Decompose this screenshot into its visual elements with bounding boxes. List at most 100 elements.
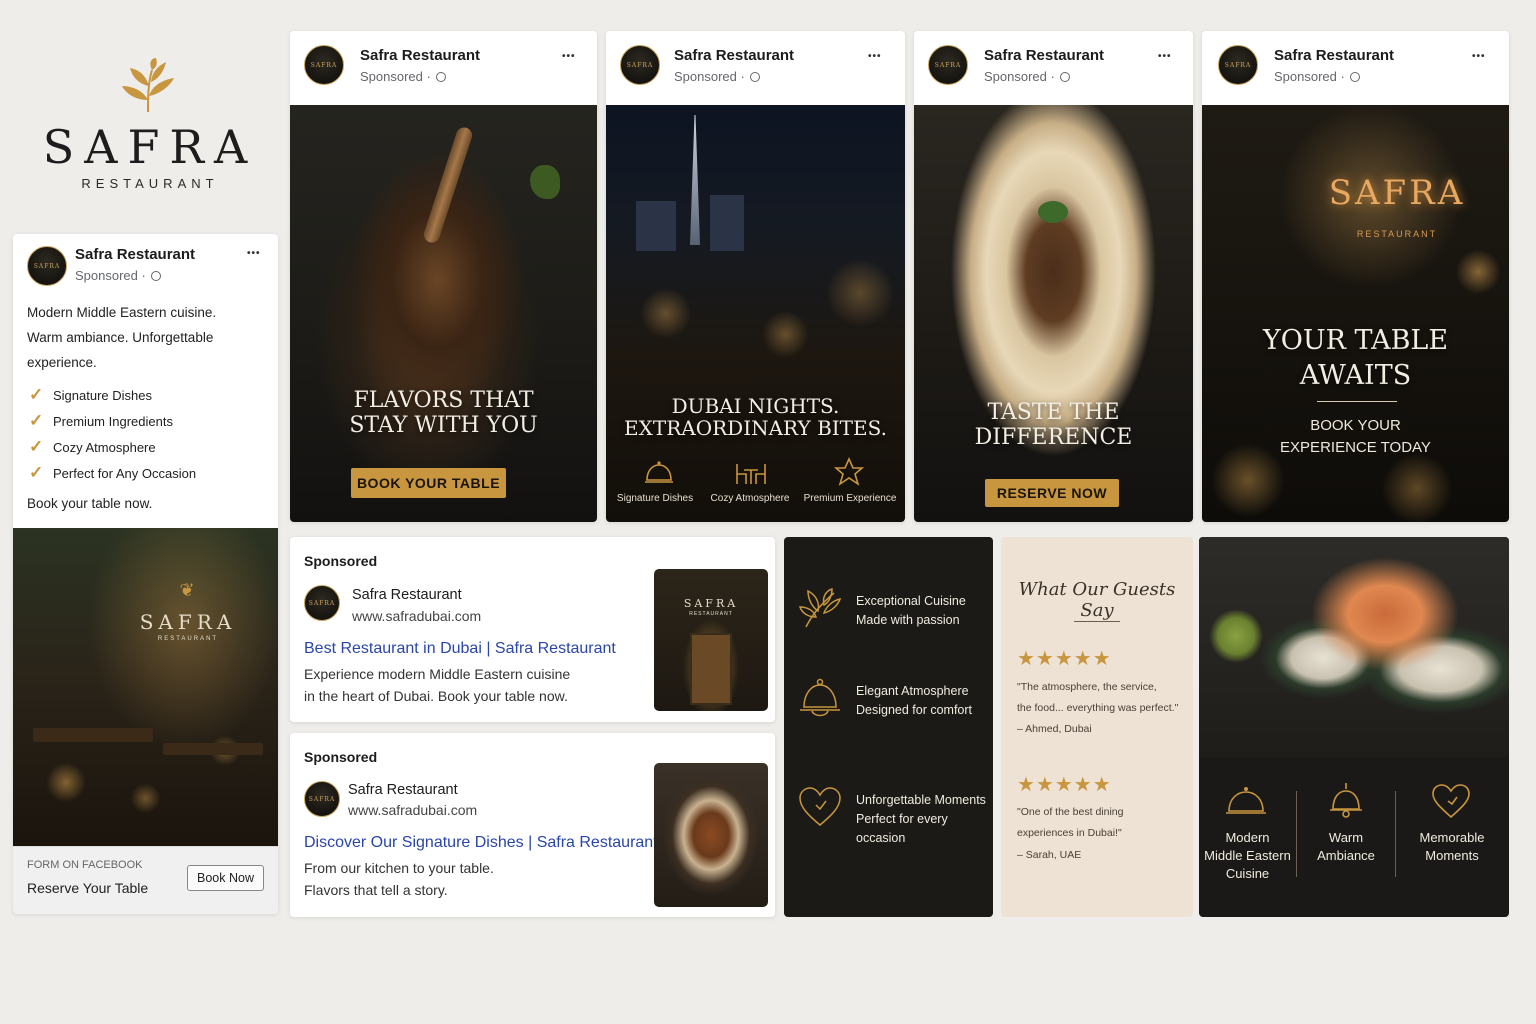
book-your-table-button[interactable]: BOOK YOUR TABLE xyxy=(351,468,506,498)
sushi-panel: Modern Middle Eastern Cuisine Warm Ambia… xyxy=(1199,537,1509,917)
post-author[interactable]: Safra Restaurant xyxy=(1274,47,1394,64)
review-author: – Ahmed, Dubai xyxy=(1017,723,1092,735)
review-quote-line: "The atmosphere, the service, xyxy=(1017,681,1157,693)
ad-description-line: in the heart of Dubai. Book your table n… xyxy=(304,688,568,704)
story-ad-taste: SAFRA Safra Restaurant Sponsored · ••• T… xyxy=(914,31,1193,522)
more-options-icon[interactable]: ••• xyxy=(868,51,882,62)
headline-line: EXTRAORDINARY BITES. xyxy=(624,416,887,441)
ad-advertiser: Safra Restaurant xyxy=(352,587,462,603)
highlight-line: Memorable xyxy=(1419,830,1485,845)
wall-sign-sub: RESTAURANT xyxy=(1356,229,1438,239)
checkmark-icon: ✓ xyxy=(29,463,44,482)
thumb-sign: SAFRA xyxy=(683,597,739,610)
dubai-night-terrace-image[interactable]: DUBAI NIGHTS. EXTRAORDINARY BITES. Signa… xyxy=(606,105,905,522)
headline: DUBAI NIGHTS. EXTRAORDINARY BITES. xyxy=(606,395,905,440)
avatar[interactable]: SAFRA xyxy=(1218,45,1258,85)
check-item: ✓ Perfect for Any Occasion xyxy=(29,463,196,483)
divider xyxy=(1395,791,1396,877)
globe-icon xyxy=(436,72,447,82)
sub-headline-line: EXPERIENCE TODAY xyxy=(1280,439,1431,456)
avatar[interactable]: SAFRA xyxy=(304,45,344,85)
ad-description: Experience modern Middle Eastern cuisine… xyxy=(304,663,570,707)
post-header: SAFRA Safra Restaurant Sponsored · ••• xyxy=(290,31,597,105)
highlight-line: Modern xyxy=(1225,830,1270,845)
rating-stars: ★★★★★ xyxy=(1017,774,1112,796)
restaurant-facade-thumbnail[interactable]: SAFRA RESTAURANT xyxy=(654,569,768,711)
globe-icon xyxy=(1060,72,1071,82)
intro-line: experience. xyxy=(27,355,97,370)
more-options-icon[interactable]: ••• xyxy=(562,51,576,62)
sponsored-label: Sponsored · xyxy=(984,69,1071,84)
reviews-heading: What Our Guests Say xyxy=(1018,579,1176,621)
intro-line: Modern Middle Eastern cuisine. xyxy=(27,305,217,320)
table-shape xyxy=(163,743,263,755)
ad-title-link[interactable]: Best Restaurant in Dubai | Safra Restaur… xyxy=(304,640,616,658)
table-shape xyxy=(33,728,153,742)
ad-url[interactable]: www.safradubai.com xyxy=(348,802,477,818)
lamb-shank-image[interactable]: FLAVORS THAT STAY WITH YOU BOOK YOUR TAB… xyxy=(290,105,597,522)
post-author[interactable]: Safra Restaurant xyxy=(674,47,794,64)
ad-advertiser: Safra Restaurant xyxy=(348,782,458,798)
divider xyxy=(1317,401,1397,402)
avatar[interactable]: SAFRA xyxy=(928,45,968,85)
form-title: Reserve Your Table xyxy=(27,880,149,896)
sponsored-label: Sponsored xyxy=(304,749,378,765)
feature-label: Signature Dishes xyxy=(616,493,694,504)
more-options-icon[interactable]: ••• xyxy=(247,248,261,259)
post-author[interactable]: Safra Restaurant xyxy=(75,246,195,263)
check-label: Perfect for Any Occasion xyxy=(53,465,197,481)
ad-description: From our kitchen to your table. Flavors … xyxy=(304,857,494,901)
globe-icon xyxy=(151,271,162,281)
form-footer: FORM ON FACEBOOK Reserve Your Table Book… xyxy=(13,846,278,914)
headline-line: TASTE THE xyxy=(987,400,1120,425)
headline-line: DIFFERENCE xyxy=(974,424,1133,450)
rating-stars: ★★★★★ xyxy=(1017,648,1112,670)
checkmark-icon: ✓ xyxy=(29,411,44,430)
highlight-label: Warm Ambiance xyxy=(1297,829,1395,865)
reserve-now-button[interactable]: RESERVE NOW xyxy=(985,479,1119,507)
ad-url[interactable]: www.safradubai.com xyxy=(352,608,481,624)
avatar[interactable]: SAFRA xyxy=(27,246,67,286)
review-quote: "One of the best dining experiences in Du… xyxy=(1017,802,1187,844)
restaurant-night-image[interactable]: SAFRA RESTAURANT YOUR TABLE AWAITS BOOK … xyxy=(1202,105,1509,522)
feature-title-line: Exceptional Cuisine xyxy=(856,594,966,608)
avatar[interactable]: SAFRA xyxy=(620,45,660,85)
highlight-line: Warm xyxy=(1328,830,1364,845)
leaf-sign-icon: ❦ xyxy=(179,580,195,600)
features-panel: Exceptional Cuisine Made with passion Ele… xyxy=(784,537,993,917)
highlight-label: Modern Middle Eastern Cuisine xyxy=(1199,829,1296,883)
more-options-icon[interactable]: ••• xyxy=(1158,51,1172,62)
post-author[interactable]: Safra Restaurant xyxy=(360,47,480,64)
restaurant-interior-image[interactable]: ❦ SAFRA RESTAURANT xyxy=(13,528,278,846)
headline-line: STAY WITH YOU xyxy=(349,412,538,438)
cloche-icon xyxy=(1226,787,1266,814)
hummus-dish-image[interactable]: TASTE THE DIFFERENCE RESERVE NOW xyxy=(914,105,1193,522)
headline-line: DUBAI NIGHTS. xyxy=(671,394,840,418)
wall-sign: SAFRA xyxy=(1328,173,1466,213)
star-icon xyxy=(834,457,864,486)
signature-dish-thumbnail[interactable] xyxy=(654,763,768,907)
leaf-icon xyxy=(798,587,842,628)
heart-icon xyxy=(799,787,841,826)
sponsored-text: Sponsored · xyxy=(984,69,1055,84)
ad-title-link[interactable]: Discover Our Signature Dishes | Safra Re… xyxy=(304,834,658,852)
story-ad-your-table: SAFRA Safra Restaurant Sponsored · ••• S… xyxy=(1202,31,1509,522)
post-author[interactable]: Safra Restaurant xyxy=(984,47,1104,64)
intro-line: Warm ambiance. Unforgettable xyxy=(27,330,214,345)
book-now-button[interactable]: Book Now xyxy=(187,865,264,891)
story-ad-dubai-nights: SAFRA Safra Restaurant Sponsored · ••• D… xyxy=(606,31,905,522)
sponsored-text: Sponsored · xyxy=(674,69,745,84)
feature-title-line: Elegant Atmosphere xyxy=(856,684,969,698)
brand-subtitle: RESTAURANT xyxy=(81,176,219,191)
review-quote-line: experiences in Dubai!" xyxy=(1017,827,1122,839)
ad-description-line: Experience modern Middle Eastern cuisine xyxy=(304,666,571,682)
sponsored-text: Sponsored · xyxy=(75,268,146,283)
highlight-line: Moments xyxy=(1425,848,1479,863)
reviews-panel: What Our Guests Say ★★★★★ "The atmospher… xyxy=(1001,537,1193,917)
more-options-icon[interactable]: ••• xyxy=(1472,51,1486,62)
check-item: ✓ Cozy Atmosphere xyxy=(29,437,156,457)
sushi-rolls-image[interactable] xyxy=(1199,537,1509,757)
sponsored-label: Sponsored · xyxy=(360,69,447,84)
sponsored-label: Sponsored xyxy=(304,553,378,569)
feature-title: Unforgettable Moments Perfect for every o… xyxy=(856,791,993,848)
